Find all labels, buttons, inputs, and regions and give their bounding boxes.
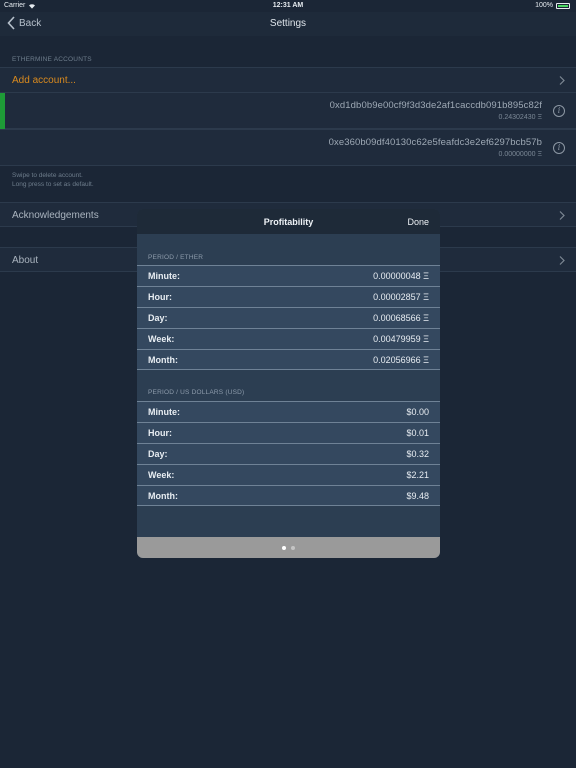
ether-row: Minute: 0.00000048 Ξ [137,265,440,286]
battery-icon [556,2,570,9]
account-row-1[interactable]: 0xd1db0b9e00cf9f3d3de2af1caccdb091b895c8… [0,92,576,129]
info-icon[interactable]: i [553,142,565,154]
usd-row: Week: $2.21 [137,464,440,485]
accounts-section-header: ETHERMINE ACCOUNTS [12,56,92,63]
period-label: Week: [148,470,175,480]
period-value: 0.00000048 Ξ [373,271,429,281]
profitability-modal: Profitability Done PERIOD / ETHER Minute… [137,209,440,558]
info-icon[interactable]: i [553,105,565,117]
ether-row: Month: 0.02056966 Ξ [137,349,440,370]
status-time: 12:31 AM [272,2,304,9]
done-button[interactable]: Done [407,217,429,227]
battery-percent: 100% [535,2,553,9]
period-label: Minute: [148,271,180,281]
period-value: 0.00068566 Ξ [373,313,429,323]
period-value: $0.00 [406,407,429,417]
battery-info: 100% [535,2,570,9]
status-bar: Carrier 12:31 AM 100% [0,0,576,12]
period-value: $0.32 [406,449,429,459]
period-label: Day: [148,449,168,459]
period-value: $0.01 [406,428,429,438]
period-label: Month: [148,491,178,501]
modal-header: Profitability Done [137,209,440,234]
footnote-long-press: Long press to set as default. [12,181,94,188]
period-value: 0.00002857 Ξ [373,292,429,302]
account-balance: 0.00000000 Ξ [498,151,542,158]
usd-row: Minute: $0.00 [137,401,440,422]
ether-section-header: PERIOD / ETHER [148,254,204,261]
navigation-bar: Back Settings [0,12,576,36]
usd-row: Month: $9.48 [137,485,440,506]
ether-row: Week: 0.00479959 Ξ [137,328,440,349]
ether-row: Day: 0.00068566 Ξ [137,307,440,328]
modal-title: Profitability [263,217,314,227]
period-label: Minute: [148,407,180,417]
chevron-right-icon [559,256,565,265]
footnote-swipe: Swipe to delete account. [12,172,83,179]
account-balance: 0.24302430 Ξ [498,114,542,121]
default-account-indicator [0,93,5,129]
period-label: Day: [148,313,168,323]
acknowledgements-label: Acknowledgements [12,210,99,221]
chevron-right-icon [559,76,565,85]
period-value: 0.00479959 Ξ [373,334,429,344]
period-label: Week: [148,334,175,344]
page-dot[interactable] [291,546,295,550]
period-value: $9.48 [406,491,429,501]
period-label: Hour: [148,428,172,438]
add-account-label: Add account... [12,75,76,86]
page-dot-active[interactable] [282,546,286,550]
period-label: Month: [148,355,178,365]
ether-row: Hour: 0.00002857 Ξ [137,286,440,307]
usd-row: Hour: $0.01 [137,422,440,443]
about-label: About [12,255,39,266]
page-control[interactable] [137,537,440,558]
page-title: Settings [269,18,307,29]
account-address: 0xd1db0b9e00cf9f3d3de2af1caccdb091b895c8… [329,100,542,111]
usd-row: Day: $0.32 [137,443,440,464]
chevron-right-icon [559,211,565,220]
account-address: 0xe360b09df40130c62e5feafdc3e2ef6297bcb5… [328,137,542,148]
period-value: $2.21 [406,470,429,480]
usd-section-header: PERIOD / US DOLLARS (USD) [148,389,245,396]
accounts-footnote: Swipe to delete account. Long press to s… [12,171,94,189]
period-value: 0.02056966 Ξ [373,355,429,365]
period-label: Hour: [148,292,172,302]
add-account-row[interactable]: Add account... [0,67,576,93]
account-row-2[interactable]: 0xe360b09df40130c62e5feafdc3e2ef6297bcb5… [0,129,576,166]
